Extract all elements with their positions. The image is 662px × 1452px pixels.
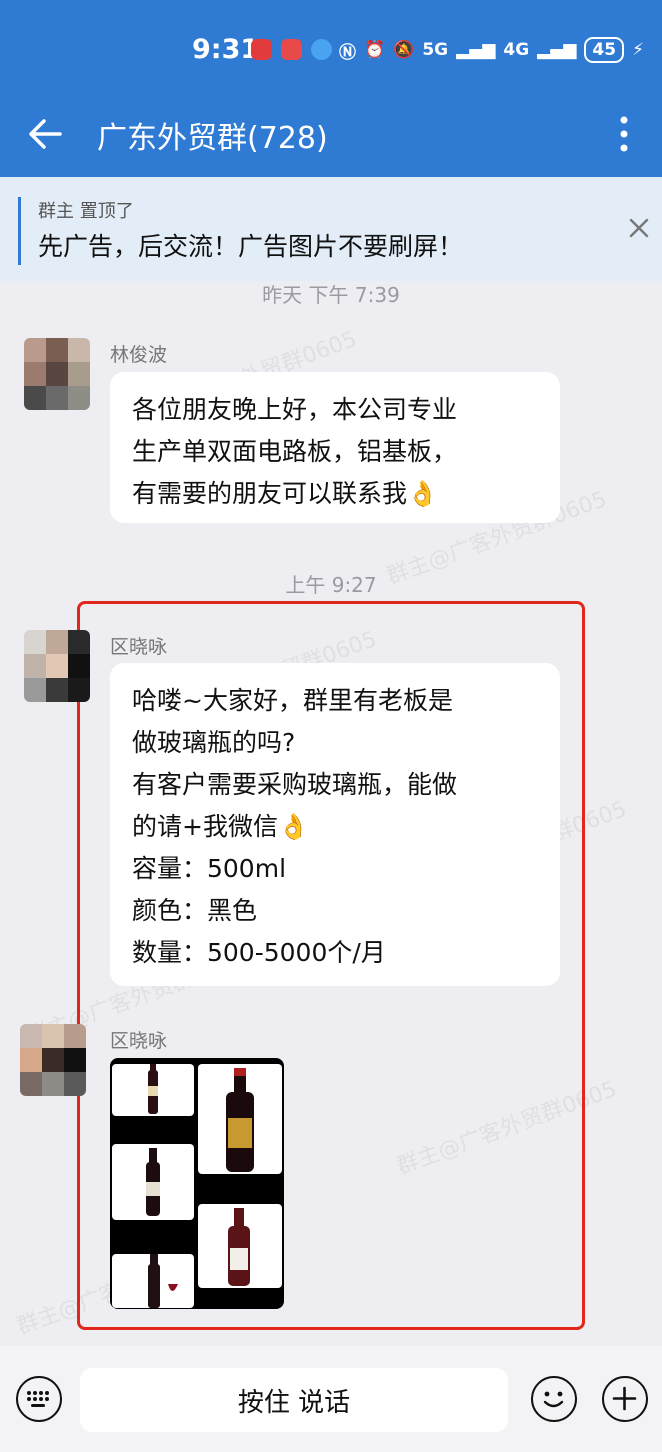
weather-notification-icon xyxy=(311,39,332,60)
hold-to-talk-button[interactable]: 按住 说话 xyxy=(80,1368,508,1432)
charging-icon: ⚡ xyxy=(632,40,644,60)
alarm-icon: ⏰ xyxy=(363,40,386,60)
emoji-icon[interactable] xyxy=(531,1376,577,1422)
wine-product-image xyxy=(198,1204,282,1288)
pinned-text: 先广告，后交流！广告图片不要刷屏！ xyxy=(38,232,464,261)
nfc-icon: Ⓝ xyxy=(338,42,356,63)
avatar[interactable] xyxy=(24,338,90,410)
mute-icon: 🔕 xyxy=(393,40,415,60)
chat-title: 广东外贸群(728) xyxy=(97,121,328,156)
more-vertical-icon[interactable] xyxy=(612,112,636,156)
close-icon[interactable] xyxy=(628,217,650,239)
avatar[interactable] xyxy=(24,630,90,702)
title-bar: 广东外贸群(728) xyxy=(0,100,662,177)
sender-name: 区晓咏 xyxy=(110,636,168,658)
back-arrow-icon[interactable] xyxy=(24,112,68,156)
pinned-message[interactable]: 群主 置顶了 先广告，后交流！广告图片不要刷屏！ xyxy=(0,177,662,281)
wine-product-image xyxy=(198,1064,282,1174)
signal-icon: ▂▄▆ xyxy=(456,40,496,60)
sender-name: 区晓咏 xyxy=(110,1030,168,1052)
app-notification-icon xyxy=(251,39,272,60)
wine-product-image xyxy=(112,1254,194,1308)
timestamp: 昨天 下午 7:39 xyxy=(262,283,400,307)
wine-product-image xyxy=(112,1064,194,1116)
mail-notification-icon xyxy=(281,39,302,60)
status-icons: Ⓝ ⏰ 🔕 5G ▂▄▆ 4G ▂▄▆ 45 ⚡ xyxy=(339,36,644,64)
network-5g-label: 5G xyxy=(422,40,449,60)
sender-name: 林俊波 xyxy=(110,344,168,366)
status-bar: 9:31 Ⓝ ⏰ 🔕 5G ▂▄▆ 4G ▂▄▆ 45 ⚡ xyxy=(0,0,662,100)
timestamp: 上午 9:27 xyxy=(285,573,377,597)
wine-product-image xyxy=(112,1144,194,1220)
status-time: 9:31 xyxy=(192,34,260,65)
image-message[interactable] xyxy=(110,1058,284,1309)
pinned-meta: 群主 置顶了 xyxy=(38,201,134,222)
battery-level: 45 xyxy=(584,37,625,63)
signal-icon: ▂▄▆ xyxy=(537,40,577,60)
avatar[interactable] xyxy=(20,1024,86,1096)
network-4g-label: 4G xyxy=(503,40,530,60)
message-bubble[interactable]: 各位朋友晚上好，本公司专业 生产单双面电路板，铝基板， 有需要的朋友可以联系我👌 xyxy=(110,372,560,523)
message-bubble[interactable]: 哈喽~大家好，群里有老板是 做玻璃瓶的吗? 有客户需要采购玻璃瓶，能做 的请+我… xyxy=(110,663,560,986)
plus-icon[interactable] xyxy=(602,1376,648,1422)
keyboard-icon[interactable] xyxy=(16,1376,62,1422)
pinned-accent-bar xyxy=(18,197,21,265)
